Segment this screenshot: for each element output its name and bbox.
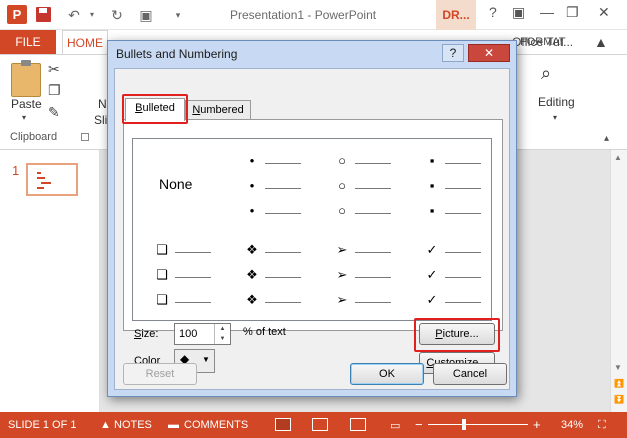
zoom-slider[interactable] [428,424,528,425]
start-from-beginning-icon[interactable]: ▣ [138,7,154,23]
slide-show-icon[interactable]: ▭ [390,419,400,432]
reading-view-icon[interactable] [350,418,366,431]
vertical-scrollbar[interactable]: ▲ ▼ ⏫ ⏬ [610,150,627,412]
copy-icon[interactable]: ❐ [48,82,61,99]
tab-bulleted[interactable]: Bulleted [125,98,185,121]
redo-icon[interactable]: ↻ [109,7,125,23]
undo-icon[interactable]: ↶ [66,7,82,23]
zoom-in-button[interactable]: + [533,417,541,432]
zoom-out-button[interactable]: − [415,417,423,432]
bullet-option-hollow-square[interactable]: ❑ ❑ ❑ [133,230,223,320]
slide-thumbnail[interactable] [26,163,78,196]
bullet-option-dot[interactable]: • • • [223,139,313,229]
tab-home[interactable]: HOME [62,30,108,55]
cancel-button[interactable]: Cancel [433,363,507,385]
new-slide-label-partial-2[interactable]: Sli [94,113,107,127]
comments-icon[interactable]: ▬ [168,419,179,431]
powerpoint-window: P ↶ ▾ ↻ ▣ ▾ Presentation1 - PowerPoint D… [0,0,627,438]
new-slide-label-partial[interactable]: N [98,97,107,111]
close-button[interactable]: ✕ [598,4,610,21]
restore-button[interactable]: ❐ [566,4,579,21]
save-icon[interactable] [36,7,51,22]
slide-thumbnail-pane: 1 [0,150,100,412]
dialog-body: Bulleted Numbered None • • • ○ ○ ○ ▪ ▪ ▪… [114,68,510,390]
reset-button[interactable]: Reset [123,363,197,385]
zoom-level[interactable]: 34% [561,419,583,431]
dialog-close-button[interactable]: ✕ [468,44,510,62]
picture-button[interactable]: Picture... [419,323,495,345]
slide-number: 1 [12,163,20,178]
drawing-tools-context-tab[interactable]: DR... [436,0,476,30]
user-account-icon[interactable]: ▲ [594,34,608,50]
clipboard-group-label: Clipboard [10,131,58,143]
minimize-button[interactable]: — [540,4,554,20]
bullets-and-numbering-dialog: Bullets and Numbering ? ✕ Bulleted Numbe… [107,40,517,397]
fit-slide-icon[interactable]: ⛶ [598,419,606,432]
scroll-down-icon[interactable]: ▼ [614,363,622,372]
bullet-gallery: None • • • ○ ○ ○ ▪ ▪ ▪ ❑ ❑ ❑ ❖ ❖ ❖ ➢ ➢ ➢… [132,138,492,321]
scroll-up-icon[interactable]: ▲ [614,153,622,162]
notes-button[interactable]: NOTES [114,419,152,431]
customize-quick-access-icon[interactable]: ▾ [170,7,186,23]
format-painter-icon[interactable]: ✎ [48,104,60,121]
zoom-slider-thumb[interactable] [462,419,466,430]
ribbon-display-options-icon[interactable]: ▣ [512,4,525,21]
window-title: Presentation1 - PowerPoint [230,8,377,22]
paste-label[interactable]: Paste [11,97,42,111]
user-name[interactable]: Office Tut... [512,35,573,49]
title-bar: P ↶ ▾ ↻ ▣ ▾ Presentation1 - PowerPoint D… [0,0,627,30]
color-dropdown-icon: ▼ [202,355,210,364]
tab-numbered[interactable]: Numbered [185,100,251,121]
editing-dropdown-icon[interactable]: ▾ [553,113,557,122]
bullet-option-hollow-circle[interactable]: ○ ○ ○ [313,139,403,229]
previous-slide-icon[interactable]: ⏫ [614,379,624,388]
ok-button[interactable]: OK [350,363,424,385]
powerpoint-logo-icon: P [7,5,27,24]
normal-view-icon[interactable] [275,418,291,431]
find-icon[interactable]: ⌕ [541,63,551,84]
paste-dropdown-icon[interactable]: ▾ [22,113,26,122]
bullet-option-none[interactable]: None [133,139,223,229]
size-spinner[interactable]: ▲ ▼ [214,324,230,344]
dialog-help-button[interactable]: ? [442,44,464,62]
spin-down-icon[interactable]: ▼ [215,334,230,344]
bullet-option-checkmark[interactable]: ✓ ✓ ✓ [403,230,493,320]
bullet-option-diamond-star[interactable]: ❖ ❖ ❖ [223,230,313,320]
slide-count-status: SLIDE 1 OF 1 [8,419,77,431]
notes-icon[interactable]: ▲ [100,419,111,431]
dialog-title: Bullets and Numbering [116,47,238,61]
comments-button[interactable]: COMMENTS [184,419,248,431]
size-label: Size: [134,328,159,340]
collapse-ribbon-icon[interactable]: ▴ [604,133,609,144]
slide-sorter-icon[interactable] [312,418,328,431]
cut-icon[interactable]: ✂ [48,61,60,78]
undo-dropdown-icon[interactable]: ▾ [84,7,100,23]
percent-of-text-label: % of text [243,326,286,338]
editing-label[interactable]: Editing [538,95,575,109]
next-slide-icon[interactable]: ⏬ [614,395,624,404]
paste-icon[interactable] [11,60,41,97]
spin-up-icon[interactable]: ▲ [215,324,230,334]
bullet-option-arrow[interactable]: ➢ ➢ ➢ [313,230,403,320]
bullet-option-square[interactable]: ▪ ▪ ▪ [403,139,493,229]
help-icon[interactable]: ? [489,4,497,20]
status-bar: SLIDE 1 OF 1 ▲ NOTES ▬ COMMENTS ▭ − + 34… [0,412,627,438]
tab-file[interactable]: FILE [0,30,56,54]
clipboard-dialog-launcher[interactable] [81,133,89,141]
